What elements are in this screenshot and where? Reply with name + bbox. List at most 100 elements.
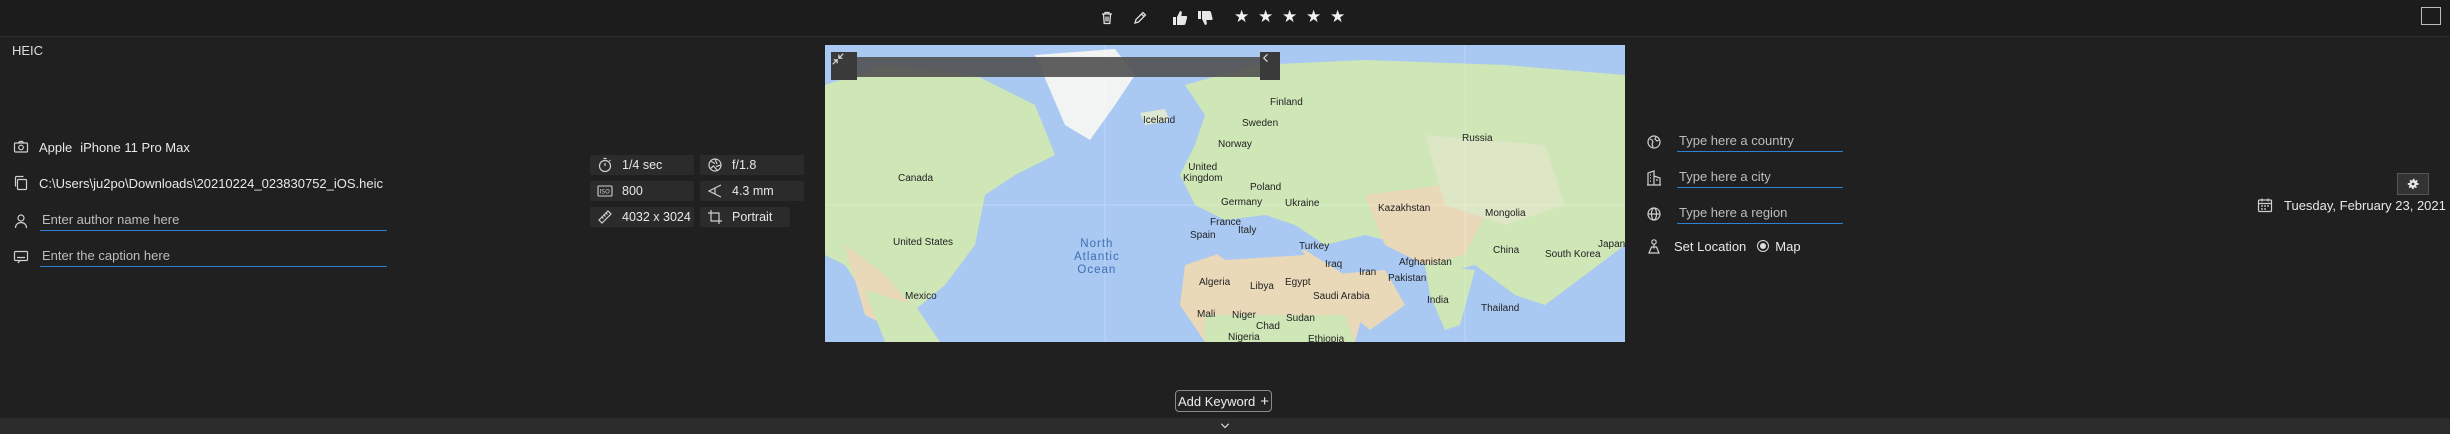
map-label: Pakistan bbox=[1388, 273, 1427, 284]
camera-icon bbox=[12, 138, 30, 156]
add-keyword-label: Add Keyword bbox=[1177, 393, 1256, 409]
map-label: Japan bbox=[1598, 239, 1625, 250]
map-label: United Kingdom bbox=[1183, 162, 1223, 184]
fullscreen-icon[interactable] bbox=[2421, 7, 2441, 25]
building-icon bbox=[1645, 169, 1663, 187]
map-label: Kazakhstan bbox=[1378, 203, 1431, 214]
star-icon[interactable]: ★ bbox=[1330, 8, 1347, 26]
map-label: United States bbox=[893, 237, 954, 248]
map-label: India bbox=[1427, 295, 1449, 306]
calendar-icon[interactable] bbox=[2256, 196, 2274, 214]
file-path: C:\Users\ju2po\Downloads\20210224_023830… bbox=[39, 175, 384, 191]
map-label: Mexico bbox=[905, 291, 937, 302]
iso-icon: ISO bbox=[596, 182, 614, 200]
map-label: Iran bbox=[1359, 267, 1377, 278]
map-label: Saudi Arabia bbox=[1313, 291, 1370, 302]
region-input[interactable] bbox=[1677, 203, 1843, 224]
map-label: Nigeria bbox=[1228, 332, 1260, 342]
star-icon[interactable]: ★ bbox=[1306, 8, 1323, 26]
country-input[interactable] bbox=[1677, 131, 1843, 152]
map-label: Sweden bbox=[1242, 118, 1279, 129]
map-label: Ethiopia bbox=[1308, 334, 1345, 342]
ocean-label: North Atlantic Ocean bbox=[1074, 238, 1120, 276]
iso: ISO 800 bbox=[590, 181, 694, 201]
aperture-icon bbox=[706, 156, 724, 174]
pencil-icon[interactable] bbox=[1130, 8, 1150, 28]
map-search-input[interactable] bbox=[857, 57, 1262, 77]
ruler-icon bbox=[596, 208, 614, 226]
map-label: Afghanistan bbox=[1399, 257, 1452, 268]
map-label: Chad bbox=[1256, 321, 1280, 332]
map-label: China bbox=[1493, 245, 1520, 256]
camera-model: iPhone 11 Pro Max bbox=[80, 139, 190, 155]
add-keyword-button[interactable]: Add Keyword + bbox=[1175, 390, 1272, 412]
file-format-label: HEIC bbox=[12, 43, 44, 58]
pin-person-icon bbox=[1645, 237, 1663, 255]
region-row bbox=[1645, 203, 1843, 224]
star-icon[interactable]: ★ bbox=[1234, 8, 1251, 26]
copy-icon[interactable] bbox=[12, 174, 30, 192]
bottom-bar bbox=[0, 418, 2450, 434]
file-path-row: C:\Users\ju2po\Downloads\20210224_023830… bbox=[12, 174, 383, 192]
map-label: Libya bbox=[1250, 281, 1274, 292]
caption-icon bbox=[12, 248, 30, 266]
thumbs-down-icon[interactable] bbox=[1195, 8, 1215, 28]
globe-grid-icon bbox=[1645, 205, 1663, 223]
map-label: Niger bbox=[1232, 310, 1256, 321]
caption-input[interactable] bbox=[40, 246, 387, 267]
settings-button[interactable] bbox=[2397, 173, 2429, 195]
location-map[interactable]: Finland Iceland Sweden Norway Russia Can… bbox=[825, 45, 1625, 342]
map-label: Iraq bbox=[1325, 259, 1343, 270]
crop-icon bbox=[706, 208, 724, 226]
map-label: Egypt bbox=[1285, 277, 1311, 288]
person-icon bbox=[12, 212, 30, 230]
caption-row bbox=[12, 246, 387, 267]
plus-icon: + bbox=[1260, 392, 1270, 410]
map-label: Turkey bbox=[1299, 241, 1330, 252]
aperture: f/1.8 bbox=[700, 155, 804, 175]
city-input[interactable] bbox=[1677, 167, 1843, 188]
map-label: Ukraine bbox=[1285, 198, 1320, 209]
star-icon[interactable]: ★ bbox=[1282, 8, 1299, 26]
set-location-label[interactable]: Set Location bbox=[1674, 239, 1746, 254]
camera-make: Apple bbox=[39, 139, 73, 155]
map-label: South Korea bbox=[1545, 249, 1601, 260]
map-label: Italy bbox=[1238, 225, 1257, 236]
date-display: Tuesday, February 23, 2021 bbox=[2256, 196, 2446, 214]
stopwatch-icon bbox=[596, 156, 614, 174]
thumbs-up-icon[interactable] bbox=[1170, 8, 1190, 28]
globe-icon bbox=[1645, 133, 1663, 151]
svg-text:ISO: ISO bbox=[600, 189, 611, 196]
set-location-row: Set Location Map bbox=[1645, 237, 1801, 255]
collapse-icon[interactable] bbox=[831, 52, 857, 80]
top-toolbar: ★ ★ ★ ★ ★ bbox=[0, 0, 2450, 37]
city-row bbox=[1645, 167, 1843, 188]
chevron-down-icon[interactable] bbox=[1219, 420, 1231, 432]
focal-length-icon bbox=[706, 182, 724, 200]
map-label: Russia bbox=[1462, 133, 1493, 144]
shutter-speed: 1/4 sec bbox=[590, 155, 694, 175]
map-label: Thailand bbox=[1481, 303, 1520, 314]
dimensions: 4032 x 3024 bbox=[590, 207, 694, 227]
map-label: Norway bbox=[1218, 139, 1252, 150]
map-label: Germany bbox=[1221, 197, 1263, 208]
map-label: Mali bbox=[1197, 309, 1216, 320]
chevron-left-icon[interactable] bbox=[1260, 52, 1280, 80]
trash-icon[interactable] bbox=[1097, 8, 1117, 28]
date-value: Tuesday, February 23, 2021 bbox=[2284, 197, 2446, 213]
map-label: Canada bbox=[898, 173, 934, 184]
author-input[interactable] bbox=[40, 210, 387, 231]
map-option-label[interactable]: Map bbox=[1775, 239, 1800, 254]
country-row bbox=[1645, 131, 1843, 152]
map-label: Spain bbox=[1190, 230, 1216, 241]
map-label: Iceland bbox=[1143, 115, 1176, 126]
map-label: Algeria bbox=[1199, 277, 1231, 288]
map-search-bar bbox=[857, 57, 1262, 77]
map-radio[interactable] bbox=[1757, 240, 1770, 252]
star-icon[interactable]: ★ bbox=[1258, 8, 1275, 26]
map-label: Finland bbox=[1270, 97, 1303, 108]
map-label: France bbox=[1210, 217, 1242, 228]
map-label: Sudan bbox=[1286, 313, 1315, 324]
star-rating[interactable]: ★ ★ ★ ★ ★ bbox=[1234, 8, 1347, 26]
map-label: Poland bbox=[1250, 182, 1282, 193]
